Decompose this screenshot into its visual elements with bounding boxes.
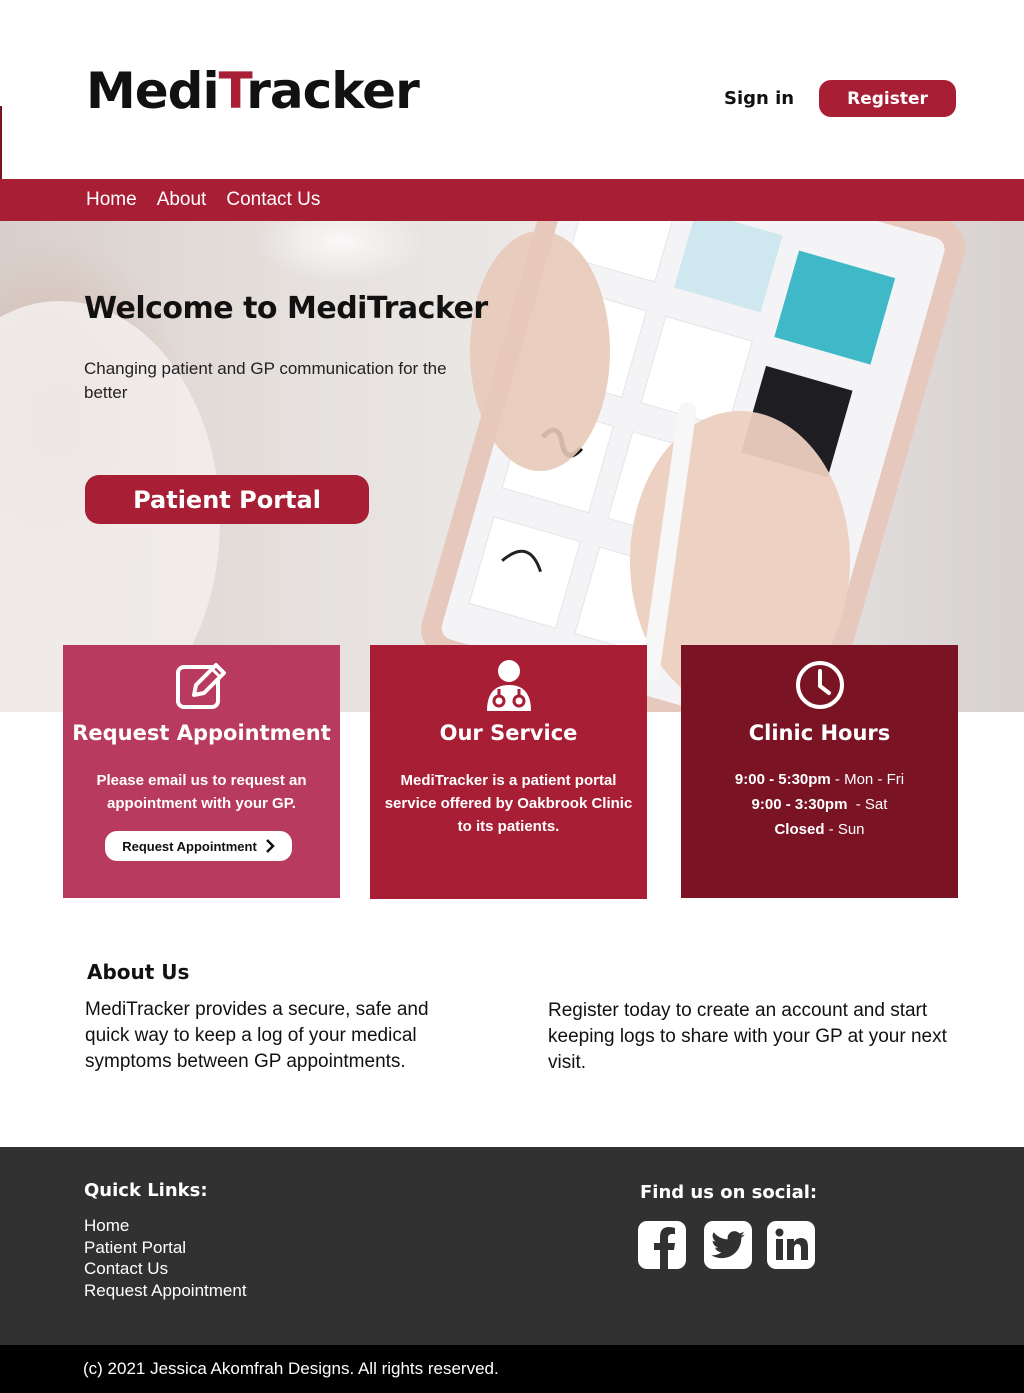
nav-item-about[interactable]: About: [157, 189, 207, 211]
our-service-card: Our Service MediTracker is a patient por…: [370, 645, 647, 899]
request-appointment-card: Request Appointment Please email us to r…: [63, 645, 340, 898]
hours-days: - Sun: [824, 821, 865, 838]
logo-text-part1: Medi: [86, 62, 220, 120]
edit-icon: [174, 657, 230, 718]
copyright-bar: (c) 2021 Jessica Akomfrah Designs. All r…: [0, 1345, 1024, 1393]
hours-row: Closed - Sun: [681, 817, 958, 842]
clock-icon: [792, 657, 848, 718]
button-label: Request Appointment: [122, 838, 257, 854]
about-title: About Us: [87, 960, 190, 984]
sign-in-link[interactable]: Sign in: [724, 88, 794, 109]
quick-link-patient-portal[interactable]: Patient Portal: [84, 1237, 247, 1259]
quick-links-title: Quick Links:: [84, 1180, 208, 1201]
quick-link-request-appointment[interactable]: Request Appointment: [84, 1280, 247, 1302]
card-title: Clinic Hours: [748, 721, 891, 745]
copyright-text: (c) 2021 Jessica Akomfrah Designs. All r…: [83, 1359, 499, 1378]
card-title: Our Service: [439, 721, 578, 745]
hours-days: - Sat: [847, 796, 888, 813]
quick-link-home[interactable]: Home: [84, 1215, 247, 1237]
card-text: Please email us to request an appointmen…: [96, 772, 307, 812]
clinic-hours-card: Clinic Hours 9:00 - 5:30pm - Mon - Fri 9…: [681, 645, 958, 898]
hours-row: 9:00 - 3:30pm - Sat: [681, 792, 958, 817]
card-title: Request Appointment: [72, 721, 331, 745]
request-appointment-button[interactable]: Request Appointment: [105, 831, 292, 861]
decorative-rule: [0, 106, 2, 179]
register-button[interactable]: Register: [819, 80, 956, 117]
main-nav: Home About Contact Us: [0, 179, 1024, 221]
hero-banner: Welcome to MediTracker Changing patient …: [0, 221, 1024, 712]
quick-link-contact[interactable]: Contact Us: [84, 1258, 247, 1280]
site-footer: Quick Links: Home Patient Portal Contact…: [0, 1147, 1024, 1345]
about-text-right: Register today to create an account and …: [548, 1000, 947, 1073]
hours-row: 9:00 - 5:30pm - Mon - Fri: [681, 767, 958, 792]
linkedin-icon[interactable]: [767, 1221, 815, 1269]
site-logo[interactable]: MediTracker: [86, 66, 420, 116]
hours-days: - Mon - Fri: [830, 771, 905, 788]
hours-time: 9:00 - 3:30pm: [751, 796, 848, 813]
twitter-icon[interactable]: [704, 1221, 752, 1269]
facebook-icon[interactable]: [638, 1221, 686, 1269]
hero-title: Welcome to MediTracker: [84, 291, 488, 326]
nav-item-home[interactable]: Home: [86, 189, 137, 211]
logo-text-accent: T: [218, 62, 248, 120]
hero-subtitle: Changing patient and GP communication fo…: [84, 359, 447, 402]
patient-portal-button[interactable]: Patient Portal: [85, 475, 369, 524]
nav-item-contact[interactable]: Contact Us: [226, 189, 320, 211]
hours-list: 9:00 - 5:30pm - Mon - Fri 9:00 - 3:30pm …: [681, 767, 958, 842]
card-text: MediTracker is a patient portal service …: [384, 772, 633, 835]
doctor-icon: [481, 657, 537, 718]
logo-text-part3: racker: [246, 62, 420, 120]
hours-time: Closed: [774, 821, 825, 838]
site-header: MediTracker Sign in Register: [0, 0, 1024, 179]
quick-links-list: Home Patient Portal Contact Us Request A…: [84, 1215, 247, 1301]
social-title: Find us on social:: [640, 1182, 818, 1203]
hours-time: 9:00 - 5:30pm: [734, 771, 831, 788]
chevron-right-icon: [265, 839, 275, 853]
about-text-left: MediTracker provides a secure, safe and …: [85, 999, 429, 1072]
